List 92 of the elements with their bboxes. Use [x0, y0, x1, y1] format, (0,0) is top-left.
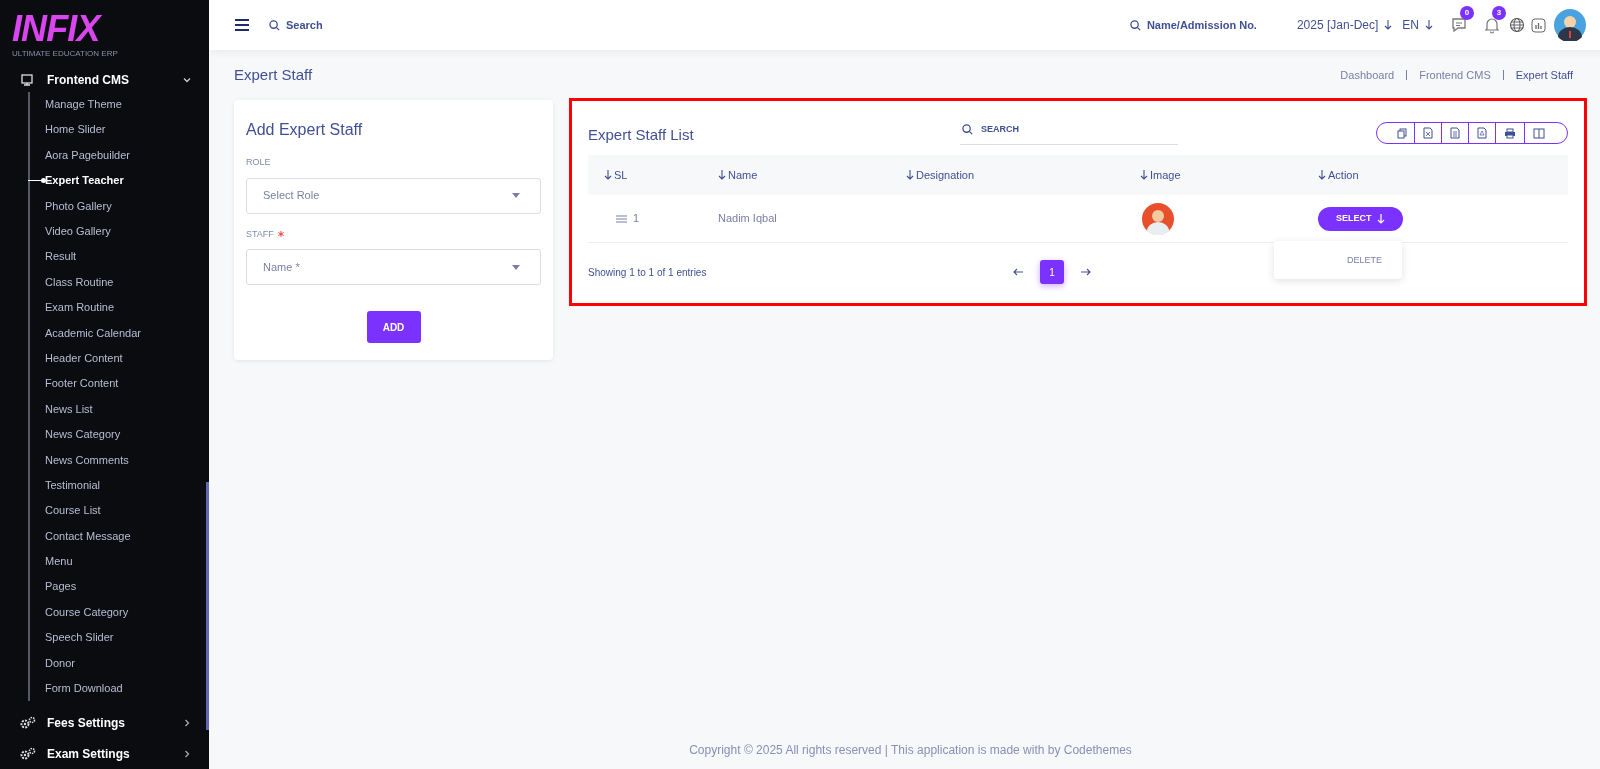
table-cell: Nadim Iqbal — [718, 212, 777, 225]
dropdown-arrow-icon — [512, 193, 520, 198]
copy-icon[interactable] — [1397, 127, 1408, 139]
search-icon — [962, 124, 973, 135]
dropdown-arrow-icon — [512, 264, 520, 270]
sidebar-item[interactable]: Form Download — [45, 675, 209, 701]
sidebar-item[interactable]: News List — [45, 396, 209, 422]
sidebar-item[interactable]: Manage Theme — [45, 91, 209, 117]
sidebar-item[interactable]: Academic Calendar — [45, 320, 209, 346]
sidebar-item[interactable]: Pages — [45, 574, 209, 600]
column-header[interactable]: Image — [1140, 166, 1318, 184]
avatar-icon[interactable] — [1554, 9, 1586, 41]
language-dropdown[interactable]: EN — [1402, 16, 1433, 34]
drag-handle-icon[interactable] — [616, 214, 627, 223]
logo-subtitle: ULTIMATE EDUCATION ERP — [12, 48, 119, 60]
sidebar-item[interactable]: Photo Gallery — [45, 193, 209, 219]
chevron-icon — [183, 718, 191, 727]
sidebar-item[interactable]: Course List — [45, 497, 209, 524]
table-cell-text: 1 — [633, 211, 640, 227]
arrow-right-icon — [1081, 268, 1091, 276]
sort-arrow-icon — [604, 170, 612, 180]
message-count-badge: 0 — [1460, 6, 1474, 20]
page-title: Expert Staff — [234, 64, 313, 85]
column-header[interactable]: Name — [718, 166, 906, 184]
sidebar-item[interactable]: Footer Content — [45, 370, 209, 397]
table-search-field[interactable]: SEARCH — [960, 115, 1178, 145]
dropdown-option[interactable]: DELETE — [1274, 250, 1402, 269]
sidebar-item[interactable]: News Category — [45, 421, 209, 448]
print-icon[interactable] — [1504, 127, 1516, 139]
entries-info: Showing 1 to 1 of 1 entries — [588, 265, 708, 280]
select-button[interactable]: SELECT — [1318, 206, 1403, 231]
sidebar-item[interactable]: Contact Message — [45, 523, 209, 549]
select-field[interactable]: Name * — [246, 249, 541, 285]
chat-icon[interactable] — [1451, 16, 1469, 34]
menu-icon[interactable] — [235, 19, 249, 31]
sidebar-section[interactable]: Frontend CMS — [0, 67, 209, 92]
chevron-icon — [183, 749, 191, 758]
copyright-text: Copyright © 2025 All rights reserved | This application is made with by Codethemes — [688, 742, 1133, 759]
search-icon — [269, 19, 280, 31]
sort-arrow-icon — [1140, 170, 1148, 180]
current-page-label: Expert Staff — [1515, 67, 1573, 83]
sidebar-item[interactable]: Home Slider — [45, 117, 209, 143]
sidebar-item[interactable]: Menu — [45, 548, 209, 575]
gears-icon — [20, 746, 36, 761]
search-field[interactable]: Search — [269, 16, 323, 34]
sort-arrow-icon — [718, 170, 726, 180]
field-label: STAFF — [246, 227, 274, 241]
logo-text: INFIX — [12, 12, 103, 46]
sort-arrow-icon — [1318, 170, 1326, 180]
sidebar-item[interactable]: Class Routine — [45, 269, 209, 295]
active-marker — [28, 179, 44, 182]
scrollbar[interactable] — [206, 482, 209, 730]
search-icon — [1129, 19, 1141, 31]
sidebar-item[interactable]: Exam Routine — [45, 294, 209, 321]
monitor-icon — [20, 72, 34, 87]
bell-icon[interactable] — [1483, 16, 1501, 34]
card-title: Add Expert Staff — [246, 120, 364, 140]
breadcrumb-link[interactable]: Dashboard — [1340, 66, 1395, 84]
columns-icon[interactable] — [1533, 127, 1545, 139]
breadcrumb-link[interactable]: Frontend CMS — [1419, 66, 1491, 84]
sidebar-item[interactable]: Header Content — [45, 345, 209, 371]
card-title: Expert Staff List — [588, 124, 695, 145]
arrow-down-icon — [1384, 20, 1393, 30]
sidebar-item[interactable]: Video Gallery — [45, 218, 209, 244]
sidebar-item[interactable]: Result — [45, 243, 209, 270]
gears-icon — [20, 715, 36, 730]
sidebar-item[interactable]: Aora Pagebuilder — [45, 142, 209, 168]
arrow-left-icon — [1013, 268, 1023, 276]
student-search-field[interactable]: Name/Admission No. — [1129, 16, 1257, 34]
sidebar-item[interactable]: Donor — [45, 650, 209, 676]
notification-count-badge: 3 — [1492, 6, 1506, 20]
globe-icon[interactable] — [1509, 17, 1525, 33]
arrow-down-icon — [1376, 213, 1385, 224]
arrow-down-icon — [1425, 20, 1433, 30]
column-header[interactable]: Designation — [906, 166, 1140, 184]
sidebar-section[interactable]: Fees Settings — [0, 707, 209, 738]
select-field[interactable]: Select Role — [246, 177, 541, 214]
sidebar-section[interactable]: Exam Settings — [0, 738, 209, 769]
sidebar-item[interactable]: Testimonial — [45, 472, 209, 498]
column-header[interactable]: SL — [588, 166, 718, 184]
sidebar-item[interactable]: Speech Slider — [45, 624, 209, 651]
session-dropdown[interactable]: 2025 [Jan-Dec] — [1296, 16, 1393, 34]
chart-icon[interactable] — [1531, 17, 1546, 33]
avatar-icon — [1142, 202, 1174, 235]
sidebar-item[interactable]: Course Category — [45, 599, 209, 625]
column-header[interactable]: Action — [1318, 166, 1568, 184]
sidebar-item[interactable]: Expert Teacher — [45, 167, 209, 194]
page-button[interactable]: 1 — [1040, 260, 1064, 284]
field-label: ROLE — [246, 156, 271, 169]
sidebar-item[interactable]: News Comments — [45, 447, 209, 473]
sort-arrow-icon — [906, 170, 914, 180]
add-button[interactable]: ADD — [366, 311, 421, 343]
